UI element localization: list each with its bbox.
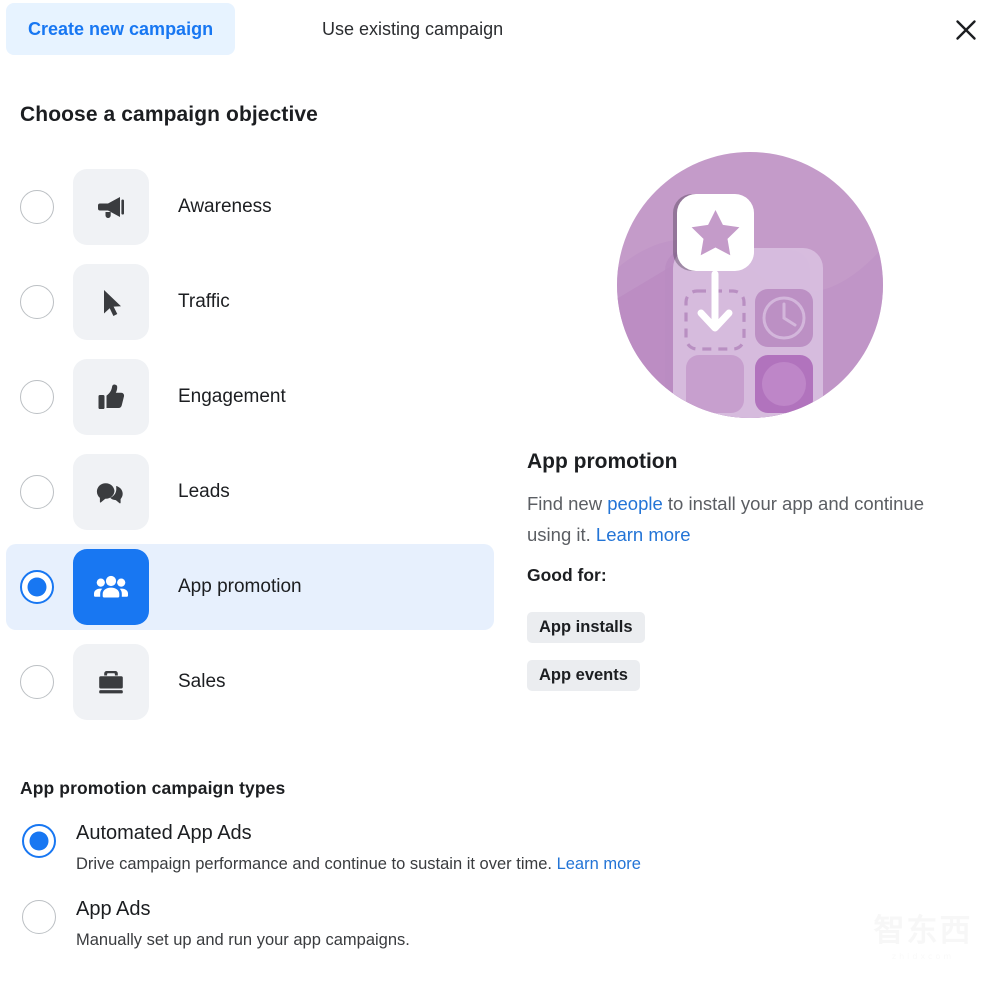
campaign-type-label-automated-app-ads: Automated App Ads [76, 822, 252, 844]
objective-label-app-promotion: App promotion [178, 576, 302, 597]
good-for-label: Good for: [527, 565, 607, 585]
thumbs-up-icon [93, 379, 129, 415]
campaign-type-description-text-0: Drive campaign performance and continue … [76, 855, 557, 873]
megaphone-icon [93, 189, 129, 225]
objective-icon-tile-leads [73, 454, 149, 530]
detail-description: Find new people to install your app and … [527, 488, 945, 550]
detail-title: App promotion [527, 450, 678, 473]
campaign-type-row-automated-app-ads[interactable]: Automated App Ads Drive campaign perform… [0, 820, 1000, 896]
objective-icon-tile-engagement [73, 359, 149, 435]
tab-create-new-campaign-label: Create new campaign [28, 18, 214, 39]
objective-row-app-promotion[interactable]: App promotion [6, 544, 494, 630]
objective-radio-awareness[interactable] [20, 190, 54, 224]
objective-icon-tile-sales [73, 644, 149, 720]
tab-use-existing-campaign[interactable]: Use existing campaign [300, 3, 525, 55]
tab-create-new-campaign[interactable]: Create new campaign [6, 3, 236, 55]
campaign-type-description-app-ads: Manually set up and run your app campaig… [76, 931, 410, 949]
learn-more-link[interactable]: Learn more [596, 524, 691, 545]
objective-radio-app-promotion[interactable] [20, 570, 54, 604]
campaign-type-radio-automated-app-ads[interactable] [22, 824, 56, 858]
objective-row-engagement[interactable]: Engagement [6, 354, 494, 440]
campaign-types-list: Automated App Ads Drive campaign perform… [0, 820, 1000, 972]
good-for-tag-app-events: App events [527, 660, 640, 691]
objective-radio-engagement[interactable] [20, 380, 54, 414]
objective-label-leads: Leads [178, 481, 230, 502]
objective-list: Awareness Traffic Engagement Leads App p… [0, 164, 500, 734]
chat-bubbles-icon [93, 474, 129, 510]
objective-row-traffic[interactable]: Traffic [6, 259, 494, 345]
dialog-tabbar: Create new campaign Use existing campaig… [0, 0, 1000, 58]
campaign-types-title: App promotion campaign types [20, 778, 286, 798]
people-link[interactable]: people [607, 493, 663, 514]
objective-radio-sales[interactable] [20, 665, 54, 699]
campaign-type-description-automated-app-ads: Drive campaign performance and continue … [76, 853, 1000, 875]
objective-radio-leads[interactable] [20, 475, 54, 509]
campaign-type-label-app-ads: App Ads [76, 898, 151, 920]
good-for-tag-app-installs: App installs [527, 612, 645, 643]
campaign-objective-dialog: Create new campaign Use existing campaig… [0, 0, 1000, 985]
objective-label-engagement: Engagement [178, 386, 286, 407]
objective-label-sales: Sales [178, 671, 226, 692]
objective-detail-panel: App promotion Find new people to install… [527, 150, 957, 691]
briefcase-icon [94, 665, 128, 699]
objective-row-awareness[interactable]: Awareness [6, 164, 494, 250]
people-icon [92, 568, 130, 606]
tab-use-existing-campaign-label: Use existing campaign [322, 18, 504, 39]
objective-icon-tile-awareness [73, 169, 149, 245]
cursor-icon [93, 284, 129, 320]
objective-icon-tile-app-promotion [73, 549, 149, 625]
objective-row-leads[interactable]: Leads [6, 449, 494, 535]
close-icon [953, 17, 979, 43]
page-title: Choose a campaign objective [20, 103, 318, 126]
campaign-type-radio-app-ads[interactable] [22, 900, 56, 934]
objective-icon-tile-traffic [73, 264, 149, 340]
close-button[interactable] [946, 10, 986, 50]
detail-description-part1: Find new [527, 493, 608, 514]
app-promotion-illustration [615, 150, 885, 420]
campaign-type-learn-more-link[interactable]: Learn more [557, 855, 641, 873]
objective-row-sales[interactable]: Sales [6, 639, 494, 725]
objective-label-awareness: Awareness [178, 196, 272, 217]
objective-radio-traffic[interactable] [20, 285, 54, 319]
objective-label-traffic: Traffic [178, 291, 230, 312]
campaign-type-row-app-ads[interactable]: App Ads Manually set up and run your app… [0, 896, 1000, 972]
